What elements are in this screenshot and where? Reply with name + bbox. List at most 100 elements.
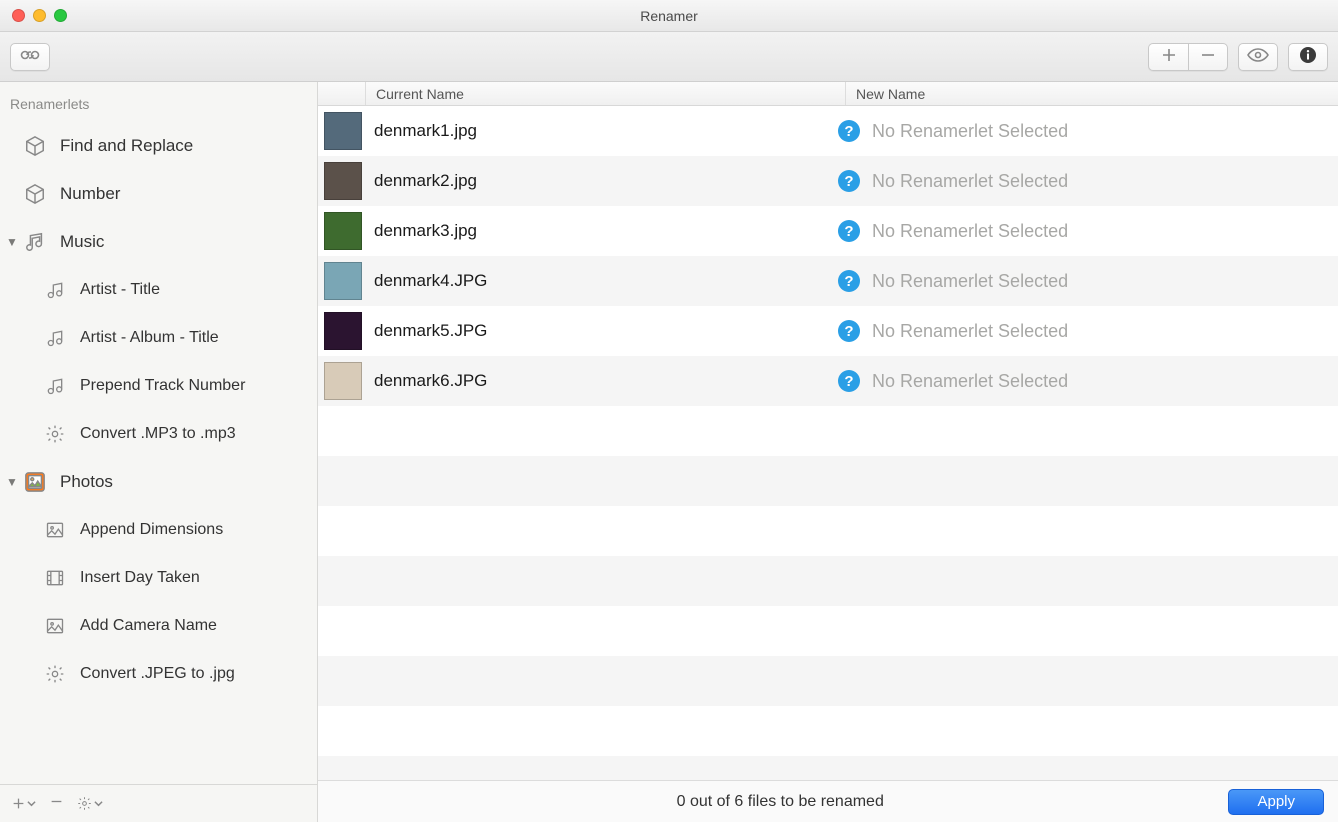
sidebar-item[interactable]: Convert .JPEG to .jpg	[0, 650, 317, 698]
sidebar-item-label: Number	[60, 184, 120, 204]
apply-button[interactable]: Apply	[1228, 789, 1324, 815]
sidebar-item[interactable]: Prepend Track Number	[0, 362, 317, 410]
file-row[interactable]: denmark2.jpg? No Renamerlet Selected	[318, 156, 1338, 206]
sidebar-item[interactable]: Convert .MP3 to .mp3	[0, 410, 317, 458]
titlebar: Renamer	[0, 0, 1338, 32]
minus-icon	[1200, 47, 1216, 67]
sidebar-item-label: Convert .MP3 to .mp3	[80, 425, 236, 443]
content: Current Name New Name denmark1.jpg?No Re…	[318, 82, 1338, 822]
new-name-label: No Renamerlet Selected	[872, 121, 1068, 142]
sidebar-item-label: Find and Replace	[60, 136, 193, 156]
current-name: denmark5.JPG	[362, 321, 838, 341]
sidebar-item-label: Prepend Track Number	[80, 377, 245, 395]
sidebar-item-label: Artist - Album - Title	[80, 329, 219, 347]
sidebar-settings-button[interactable]	[77, 796, 103, 811]
link-button[interactable]	[10, 43, 50, 71]
sidebar-item-label: Music	[60, 232, 104, 252]
thumbnail-column[interactable]	[318, 82, 366, 105]
file-thumbnail	[324, 112, 362, 150]
file-rows: denmark1.jpg?No Renamerlet Selecteddenma…	[318, 106, 1338, 780]
empty-row	[318, 706, 1338, 756]
sidebar-item[interactable]: ▼ Music	[0, 218, 317, 266]
file-thumbnail	[324, 162, 362, 200]
sidebar: Renamerlets Find and Replace Number ▼ Music…	[0, 82, 318, 822]
info-button[interactable]	[1288, 43, 1328, 71]
question-icon: ?	[838, 270, 860, 292]
note-icon	[44, 327, 66, 349]
new-name-cell: ? No Renamerlet Selected	[838, 270, 1338, 292]
preview-button[interactable]	[1238, 43, 1278, 71]
gear-icon	[44, 663, 66, 685]
file-row[interactable]: denmark6.JPG?No Renamerlet Selected	[318, 356, 1338, 406]
sidebar-item-label: Add Camera Name	[80, 617, 217, 635]
file-thumbnail	[324, 312, 362, 350]
link-icon	[20, 47, 40, 67]
sidebar-item[interactable]: Artist - Album - Title	[0, 314, 317, 362]
add-remove-group	[1148, 43, 1228, 71]
image-icon	[44, 519, 66, 541]
current-name: denmark2.jpg	[362, 171, 838, 191]
sidebar-item[interactable]: Find and Replace	[0, 122, 317, 170]
empty-row	[318, 456, 1338, 506]
current-name: denmark3.jpg	[362, 221, 838, 241]
gear-icon	[77, 796, 92, 811]
music-icon	[24, 231, 46, 253]
new-name-label: No Renamerlet Selected	[872, 271, 1068, 292]
file-thumbnail	[324, 212, 362, 250]
chevron-down-icon	[94, 799, 103, 808]
traffic-lights	[12, 9, 67, 22]
note-icon	[44, 375, 66, 397]
disclosure-triangle-icon[interactable]: ▼	[6, 235, 18, 249]
file-row[interactable]: denmark1.jpg?No Renamerlet Selected	[318, 106, 1338, 156]
window-title: Renamer	[0, 8, 1338, 24]
cube-icon	[24, 183, 46, 205]
sidebar-item-label: Insert Day Taken	[80, 569, 200, 587]
sidebar-header: Renamerlets	[0, 82, 317, 122]
file-row[interactable]: denmark5.JPG? No Renamerlet Selected	[318, 306, 1338, 356]
file-thumbnail	[324, 362, 362, 400]
status-text: 0 out of 6 files to be renamed	[332, 793, 1228, 811]
question-icon: ?	[838, 170, 860, 192]
disclosure-triangle-icon[interactable]: ▼	[6, 475, 18, 489]
empty-row	[318, 756, 1338, 780]
eye-icon	[1247, 48, 1269, 66]
current-name: denmark4.JPG	[362, 271, 838, 291]
sidebar-add-button[interactable]	[12, 797, 36, 810]
sidebar-remove-button[interactable]	[50, 795, 63, 812]
toolbar	[0, 32, 1338, 82]
status-bar: 0 out of 6 files to be renamed Apply	[318, 780, 1338, 822]
current-name: denmark1.jpg	[362, 121, 838, 141]
photos-icon	[24, 471, 46, 493]
sidebar-item[interactable]: Add Camera Name	[0, 602, 317, 650]
sidebar-item[interactable]: Number	[0, 170, 317, 218]
close-window-button[interactable]	[12, 9, 25, 22]
sidebar-item[interactable]: Artist - Title	[0, 266, 317, 314]
new-name-label: No Renamerlet Selected	[872, 321, 1068, 342]
add-button[interactable]	[1148, 43, 1188, 71]
question-icon: ?	[838, 320, 860, 342]
file-row[interactable]: denmark4.JPG? No Renamerlet Selected	[318, 256, 1338, 306]
sidebar-item-label: Append Dimensions	[80, 521, 223, 539]
sidebar-item[interactable]: Insert Day Taken	[0, 554, 317, 602]
new-name-cell: ?No Renamerlet Selected	[838, 370, 1338, 392]
file-row[interactable]: denmark3.jpg?No Renamerlet Selected	[318, 206, 1338, 256]
chevron-down-icon	[27, 799, 36, 808]
sidebar-item[interactable]: ▼ Photos	[0, 458, 317, 506]
sidebar-item-label: Photos	[60, 472, 113, 492]
minimize-window-button[interactable]	[33, 9, 46, 22]
remove-button[interactable]	[1188, 43, 1228, 71]
question-icon: ?	[838, 220, 860, 242]
new-name-label: No Renamerlet Selected	[872, 171, 1068, 192]
empty-row	[318, 556, 1338, 606]
file-thumbnail	[324, 262, 362, 300]
image-icon	[44, 615, 66, 637]
new-name-column[interactable]: New Name	[846, 82, 1338, 105]
new-name-label: No Renamerlet Selected	[872, 371, 1068, 392]
empty-row	[318, 606, 1338, 656]
zoom-window-button[interactable]	[54, 9, 67, 22]
sidebar-footer	[0, 784, 317, 822]
sidebar-item[interactable]: Append Dimensions	[0, 506, 317, 554]
empty-row	[318, 406, 1338, 456]
new-name-cell: ? No Renamerlet Selected	[838, 170, 1338, 192]
current-name-column[interactable]: Current Name	[366, 82, 846, 105]
